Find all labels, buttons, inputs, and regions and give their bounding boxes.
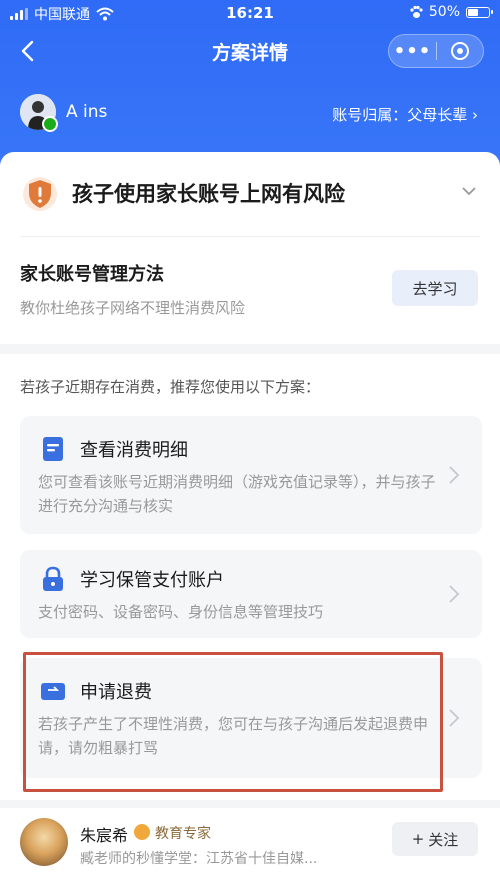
management-desc: 教你杜绝孩子网络不理性消费风险	[20, 299, 246, 317]
plan-desc: 您可查看该账号近期消费明细（游戏充值记录等），并与孩子进行充分沟通与核实	[38, 473, 436, 515]
plus-icon: +	[411, 830, 425, 848]
management-title: 家长账号管理方法	[20, 264, 164, 285]
plan-title: 学习保管支付账户	[80, 570, 224, 591]
document-icon	[43, 437, 63, 461]
author-tag: 教育专家	[155, 826, 211, 842]
mini-program-capsule: •••	[388, 34, 484, 68]
plan-title: 查看消费明细	[80, 440, 188, 461]
account-owner[interactable]: 账号归属：父母长辈 ›	[332, 104, 478, 125]
chevron-right-icon	[449, 466, 460, 484]
author-name: 朱宸希	[80, 826, 129, 845]
chevron-right-icon	[449, 585, 460, 603]
battery-label: 50%	[428, 4, 460, 20]
battery-icon	[466, 6, 493, 18]
expert-badge-icon	[134, 824, 150, 840]
chevron-right-icon	[449, 709, 460, 727]
lock-icon	[43, 566, 63, 591]
learn-button[interactable]: 去学习	[392, 270, 478, 306]
risk-card: 孩子使用家长账号上网有风险 家长账号管理方法 教你杜绝孩子网络不理性消费风险 去…	[0, 152, 500, 344]
wechat-icon	[42, 116, 58, 132]
plan-item-consumption-details[interactable]: 查看消费明细 您可查看该账号近期消费明细（游戏充值记录等），并与孩子进行充分沟通…	[20, 416, 482, 534]
paw-icon	[410, 5, 423, 18]
risk-title: 孩子使用家长账号上网有风险	[72, 182, 345, 206]
divider	[20, 236, 480, 237]
warning-shield-icon	[23, 177, 57, 211]
follow-button[interactable]: + 关注	[392, 822, 478, 856]
mini-program-close-icon[interactable]	[437, 42, 483, 60]
author-bar: 朱宸希 教育专家 臧老师的秒懂学堂：江苏省十佳自媒... + 关注	[0, 808, 500, 875]
plans-section: 若孩子近期存在消费，推荐您使用以下方案： 查看消费明细 您可查看该账号近期消费明…	[0, 354, 500, 800]
user-name: A ins	[66, 102, 108, 122]
plan-item-payment-account[interactable]: 学习保管支付账户 支付密码、设备密码、身份信息等管理技巧	[20, 550, 482, 638]
status-bar: 中国联通 16:21 50%	[0, 0, 500, 26]
chevron-down-icon[interactable]	[460, 182, 478, 200]
plan-desc: 支付密码、设备密码、身份信息等管理技巧	[38, 603, 324, 621]
highlight-box	[23, 652, 443, 792]
author-avatar[interactable]	[20, 818, 68, 866]
chevron-right-icon: ›	[472, 106, 478, 124]
plans-intro: 若孩子近期存在消费，推荐您使用以下方案：	[20, 378, 321, 396]
more-dots-icon[interactable]: •••	[389, 41, 436, 62]
nav-bar: 方案详情 •••	[0, 26, 500, 78]
author-desc: 臧老师的秒懂学堂：江苏省十佳自媒...	[80, 851, 318, 867]
account-row[interactable]: A ins 账号归属：父母长辈 ›	[0, 94, 500, 138]
